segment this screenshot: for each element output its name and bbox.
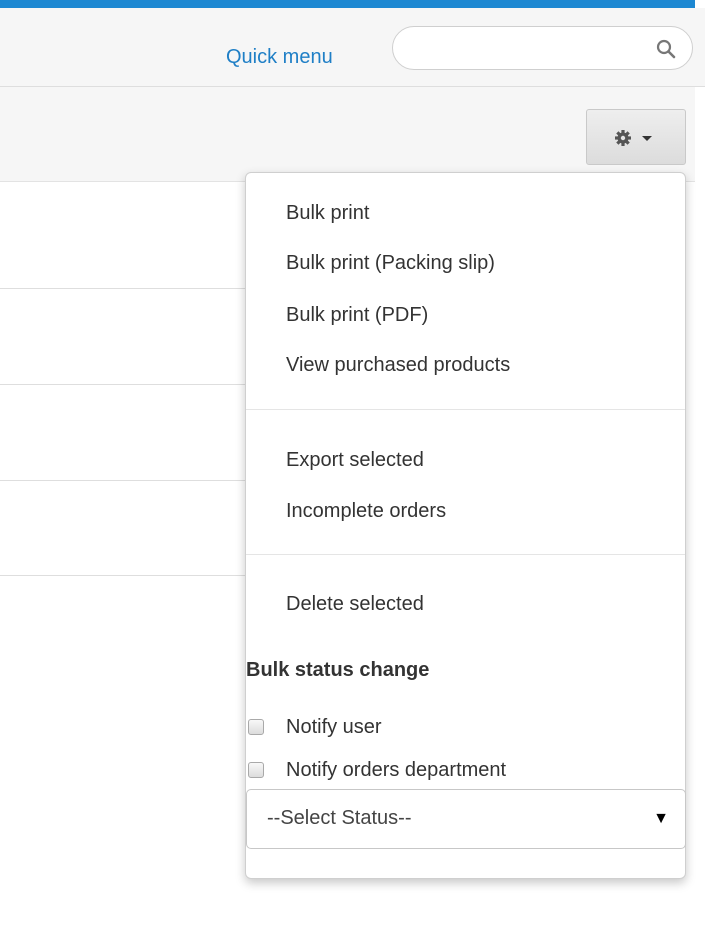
menu-divider bbox=[246, 554, 685, 555]
gear-icon bbox=[615, 130, 652, 146]
table-row-divider bbox=[0, 288, 245, 289]
table-row-divider bbox=[0, 480, 245, 481]
table-row-divider bbox=[0, 575, 245, 576]
menu-item-export-selected[interactable]: Export selected bbox=[286, 448, 424, 472]
notify-orders-department-checkbox[interactable] bbox=[248, 762, 264, 778]
quick-menu-link[interactable]: Quick menu bbox=[226, 46, 333, 69]
menu-item-bulk-print[interactable]: Bulk print bbox=[286, 201, 369, 225]
settings-dropdown-button[interactable] bbox=[586, 109, 686, 165]
menu-item-bulk-print-pdf[interactable]: Bulk print (PDF) bbox=[286, 303, 428, 327]
menu-item-bulk-print-packing-slip[interactable]: Bulk print (Packing slip) bbox=[286, 251, 495, 275]
notify-user-row[interactable]: Notify user bbox=[248, 715, 382, 739]
table-row-divider bbox=[0, 384, 245, 385]
top-header: Quick menu bbox=[0, 8, 705, 87]
search-box[interactable] bbox=[392, 26, 693, 70]
actions-dropdown-menu: Bulk print Bulk print (Packing slip) Bul… bbox=[245, 172, 686, 879]
bulk-status-change-heading: Bulk status change bbox=[246, 659, 430, 681]
caret-down-icon bbox=[642, 136, 652, 141]
search-icon[interactable] bbox=[656, 39, 676, 59]
menu-divider bbox=[246, 409, 685, 410]
notify-user-label[interactable]: Notify user bbox=[286, 716, 382, 739]
menu-item-view-purchased-products[interactable]: View purchased products bbox=[286, 353, 510, 377]
menu-item-delete-selected[interactable]: Delete selected bbox=[286, 592, 424, 616]
notify-orders-department-label[interactable]: Notify orders department bbox=[286, 759, 506, 782]
caret-down-icon: ▼ bbox=[653, 810, 669, 827]
status-select-value: --Select Status-- bbox=[267, 807, 412, 829]
status-select[interactable]: --Select Status-- ▼ bbox=[246, 789, 686, 849]
menu-item-incomplete-orders[interactable]: Incomplete orders bbox=[286, 499, 446, 523]
notify-orders-department-row[interactable]: Notify orders department bbox=[248, 758, 506, 782]
search-input[interactable] bbox=[411, 35, 655, 63]
notify-user-checkbox[interactable] bbox=[248, 719, 264, 735]
top-accent-bar bbox=[0, 0, 695, 8]
